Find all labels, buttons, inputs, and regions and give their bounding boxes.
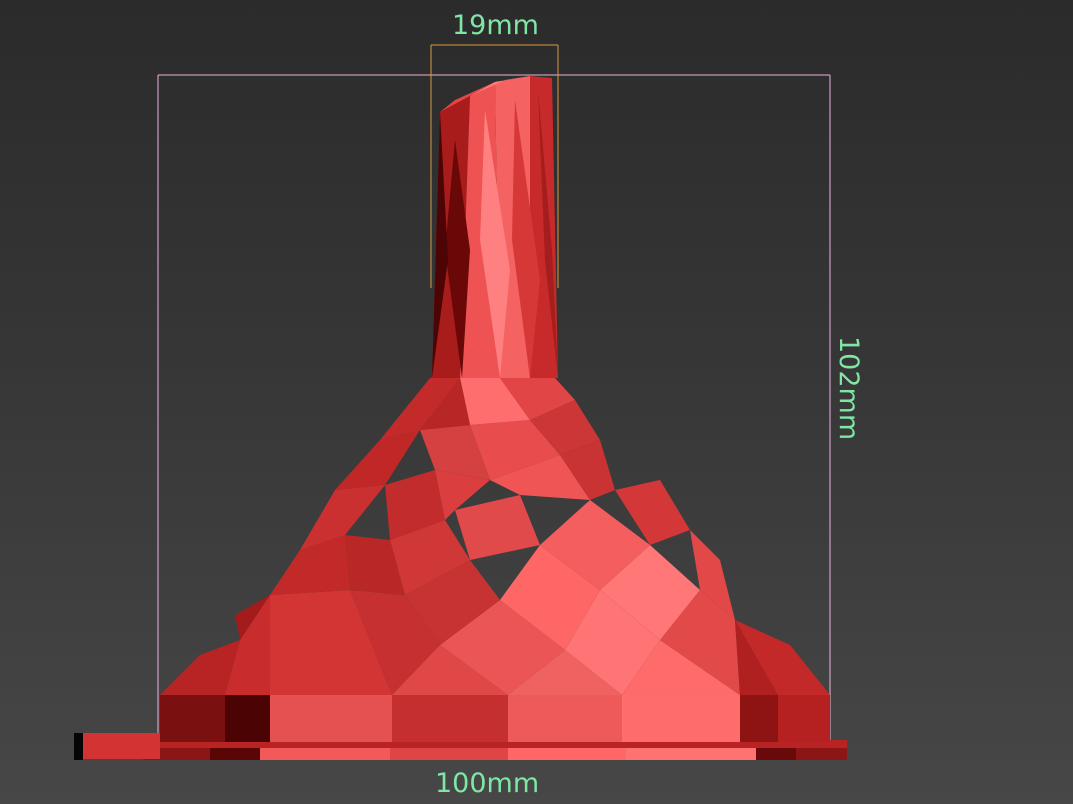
- base-tab: [80, 733, 160, 759]
- base-width-label: 100mm: [435, 768, 540, 799]
- height-label: 102mm: [833, 336, 864, 441]
- funnel-body: [74, 76, 847, 760]
- 3d-viewport[interactable]: 19mm 100mm 102mm: [0, 0, 1073, 804]
- funnel-render: [74, 44, 847, 760]
- neck-diameter-label: 19mm: [452, 10, 539, 41]
